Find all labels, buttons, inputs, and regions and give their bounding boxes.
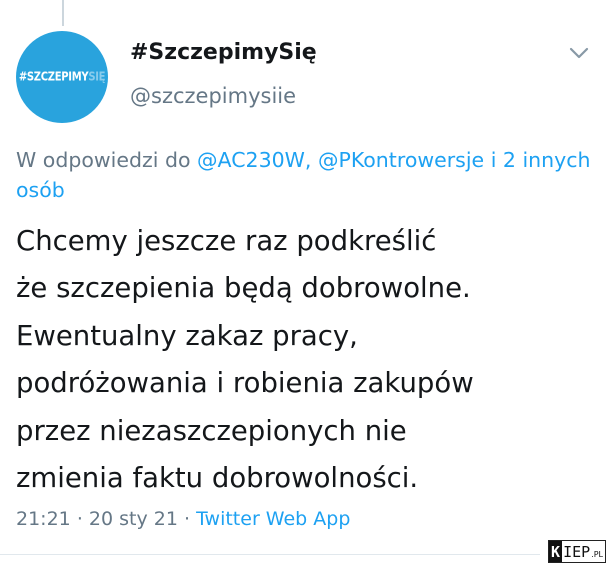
watermark-text: IEP: [563, 542, 591, 561]
tweet-source-link[interactable]: Twitter Web App: [196, 508, 350, 530]
thread-line: [62, 0, 64, 26]
watermark-logo: K IEP .PL: [548, 540, 606, 563]
tweet-text: Chcemy jeszcze raz podkreślić że szczepi…: [16, 225, 474, 495]
tweet-menu-button[interactable]: [566, 40, 592, 66]
avatar-logo-text: #SZCZEPIMYSIĘ: [18, 70, 106, 84]
author-handle[interactable]: @szczepimysiie: [130, 84, 296, 108]
reply-prefix: W odpowiedzi do: [16, 148, 191, 172]
separator: ·: [183, 508, 191, 530]
tweet-date[interactable]: 20 sty 21: [89, 508, 178, 530]
tweet-metadata: 21:21 · 20 sty 21 · Twitter Web App: [16, 508, 350, 530]
separator: ·: [76, 508, 83, 530]
tweet-time[interactable]: 21:21: [16, 508, 71, 530]
mention-link[interactable]: @AC230W,: [197, 148, 311, 172]
watermark-tld: .PL: [591, 550, 603, 559]
chevron-down-icon: [569, 47, 589, 59]
avatar[interactable]: #SZCZEPIMYSIĘ: [16, 31, 108, 123]
mention-link[interactable]: @PKontrowersje: [318, 148, 484, 172]
author-display-name[interactable]: #SzczepimySię: [130, 40, 317, 65]
reply-context: W odpowiedzi do @AC230W, @PKontrowersje …: [16, 145, 601, 205]
divider: [0, 554, 540, 555]
watermark-k: K: [549, 541, 563, 562]
